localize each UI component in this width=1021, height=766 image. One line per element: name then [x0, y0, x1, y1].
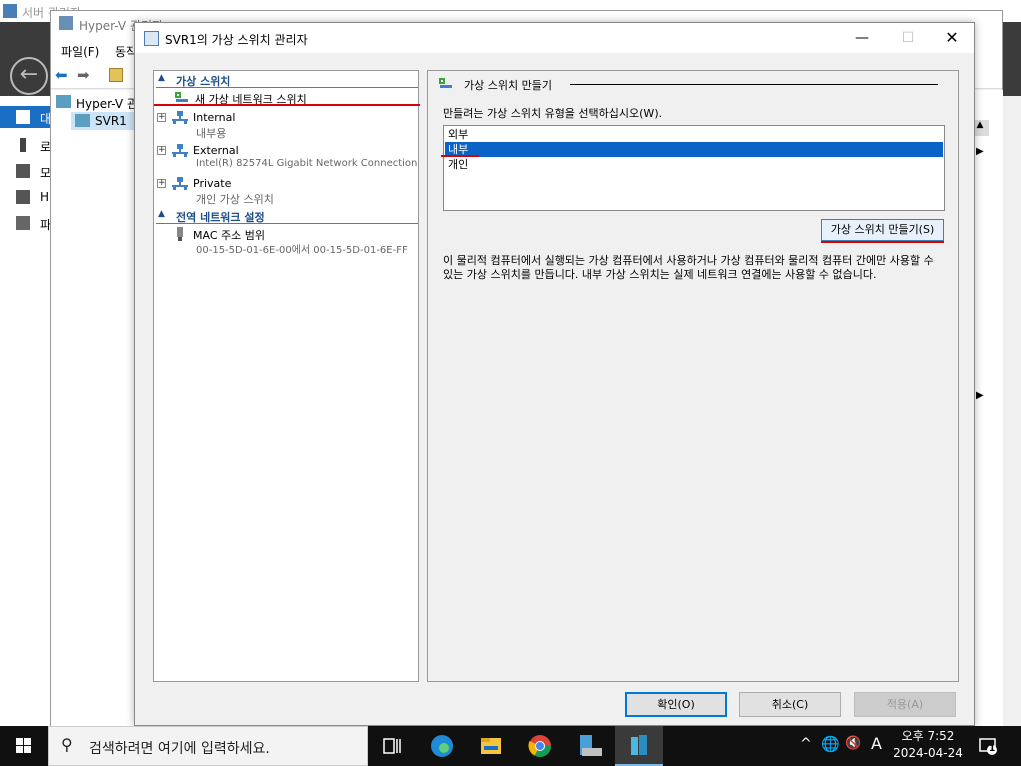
- ok-button[interactable]: 확인(O): [625, 692, 727, 717]
- expand-icon[interactable]: +: [157, 179, 166, 188]
- dashboard-icon: [16, 110, 30, 124]
- create-switch-pane: 가상 스위치 만들기 만들려는 가상 스위치 유형을 선택하십시오(W). 외부…: [427, 70, 959, 682]
- search-icon: ⚲: [61, 735, 73, 754]
- clock-time: 오후 7:52: [901, 729, 955, 743]
- server-manager-taskbar-icon[interactable]: [566, 726, 614, 766]
- folder-up-icon[interactable]: [109, 68, 123, 82]
- section-virtual-switches[interactable]: ▲ 가상 스위치: [156, 73, 418, 88]
- network-switch-icon: [172, 144, 188, 158]
- red-annotation-underline: [441, 155, 479, 157]
- clock-date: 2024-04-24: [893, 746, 963, 760]
- notification-center-icon[interactable]: 1: [978, 736, 998, 756]
- switch-adapter: Intel(R) 82574L Gigabit Network Connecti…: [196, 158, 418, 169]
- red-annotation-underline: [821, 241, 944, 243]
- mac-range: 00-15-5D-01-6E-00에서 00-15-5D-01-6E-FF: [196, 245, 408, 256]
- tree-item-svr1[interactable]: SVR1: [71, 112, 136, 130]
- list-item-external[interactable]: 외부: [445, 127, 943, 142]
- mac-address-range-item[interactable]: MAC 주소 범위 00-15-5D-01-6E-00에서 00-15-5D-0…: [154, 227, 418, 257]
- notification-count: 1: [989, 744, 996, 754]
- network-globe-icon[interactable]: 🌐: [821, 735, 840, 753]
- tree-root-label[interactable]: Hyper-V 관: [76, 95, 138, 112]
- switch-item-private[interactable]: + Private 개인 가상 스위치: [154, 177, 418, 207]
- hyperv-manager-taskbar-icon[interactable]: [615, 726, 663, 766]
- nic-icon: [176, 227, 184, 241]
- speaker-muted-icon[interactable]: 🔇: [845, 736, 861, 751]
- back-arrow-icon[interactable]: ←: [10, 57, 48, 95]
- switch-item-external[interactable]: + External Intel(R) 82574L Gigabit Netwo…: [154, 144, 418, 174]
- chevron-up-icon[interactable]: ^: [800, 736, 812, 752]
- server-manager-sidebar: 대 로 모 H 파: [0, 96, 51, 726]
- switch-name: Private: [193, 177, 232, 190]
- task-view-icon[interactable]: [368, 726, 416, 766]
- network-switch-icon: [172, 111, 188, 125]
- switch-item-internal[interactable]: + Internal 내부용: [154, 111, 418, 141]
- hyperv-tree: Hyper-V 관 SVR1: [51, 90, 138, 726]
- info-icon: [20, 138, 26, 152]
- hyperv-root-icon: [56, 95, 71, 108]
- switch-type-description: 이 물리적 컴퓨터에서 실행되는 가상 컴퓨터에서 사용하거나 가상 컴퓨터와 …: [443, 254, 934, 281]
- add-switch-icon: [438, 77, 454, 94]
- menu-file[interactable]: 파일(F): [61, 43, 99, 60]
- chrome-icon[interactable]: [516, 726, 564, 766]
- back-icon[interactable]: ⬅: [55, 66, 68, 84]
- taskbar: ⚲ 검색하려면 여기에 입력하세요. ^ 🌐 🔇 A 오후 7:52 2024-…: [0, 726, 1021, 766]
- sidebar-item-label[interactable]: H: [40, 190, 49, 204]
- all-servers-icon: [16, 164, 30, 178]
- list-item-private[interactable]: 개인: [445, 157, 943, 172]
- dialog-title: SVR1의 가상 스위치 관리자: [165, 33, 308, 47]
- hyperv-actions-pane: ▲ ▶ ▶: [971, 90, 1003, 726]
- network-switch-icon: [172, 177, 188, 191]
- switch-type-listbox[interactable]: 외부 내부 개인: [441, 125, 945, 211]
- collapse-chevron-icon: ▲: [158, 209, 165, 219]
- section-header-label: 가상 스위치: [176, 75, 231, 88]
- switch-name: External: [193, 144, 239, 157]
- switch-manager-icon: [144, 31, 159, 46]
- apply-button: 적용(A): [854, 692, 956, 717]
- start-button[interactable]: [0, 726, 48, 766]
- switch-type: 내부용: [196, 127, 227, 140]
- create-virtual-switch-button[interactable]: 가상 스위치 만들기(S): [821, 219, 944, 241]
- create-switch-title: 가상 스위치 만들기: [464, 79, 552, 92]
- expand-arrow-icon[interactable]: ▶: [976, 146, 984, 157]
- server-manager-header: ←: [0, 22, 50, 96]
- file-services-icon: [16, 216, 30, 230]
- switch-name: Internal: [193, 111, 236, 124]
- hyperv-icon: [16, 190, 30, 204]
- cancel-button[interactable]: 취소(C): [739, 692, 841, 717]
- close-button[interactable]: ✕: [929, 23, 975, 53]
- forward-icon[interactable]: ➡: [77, 66, 90, 84]
- switch-type-prompt: 만들려는 가상 스위치 유형을 선택하십시오(W).: [443, 107, 663, 120]
- tree-child-label: SVR1: [95, 114, 127, 128]
- search-placeholder: 검색하려면 여기에 입력하세요.: [89, 741, 270, 757]
- edge-icon[interactable]: [418, 726, 466, 766]
- taskbar-clock[interactable]: 오후 7:52 2024-04-24: [888, 728, 968, 762]
- server-icon: [75, 114, 90, 127]
- expand-arrow-icon[interactable]: ▶: [976, 390, 984, 401]
- dialog-titlebar: SVR1의 가상 스위치 관리자 — ☐ ✕: [135, 23, 974, 53]
- file-explorer-icon[interactable]: [467, 726, 515, 766]
- collapse-chevron-icon: ▲: [158, 73, 165, 83]
- virtual-switch-manager-dialog: SVR1의 가상 스위치 관리자 — ☐ ✕ ▲ 가상 스위치 새 가상 네트워…: [134, 22, 975, 726]
- expand-icon[interactable]: +: [157, 146, 166, 155]
- switch-type: 개인 가상 스위치: [196, 193, 274, 206]
- expand-icon[interactable]: +: [157, 113, 166, 122]
- maximize-button: ☐: [901, 30, 915, 46]
- server-manager-icon: [3, 4, 17, 18]
- ime-indicator[interactable]: A: [871, 734, 882, 753]
- taskbar-search-box[interactable]: ⚲ 검색하려면 여기에 입력하세요.: [48, 726, 368, 766]
- section-global-network-settings[interactable]: ▲ 전역 네트워크 설정: [156, 209, 418, 224]
- section-header-label: 전역 네트워크 설정: [176, 211, 265, 224]
- switch-list-pane: ▲ 가상 스위치 새 가상 네트워크 스위치 + Internal 내부용 + …: [153, 70, 420, 682]
- hyperv-manager-icon: [59, 16, 73, 30]
- header-divider: [570, 84, 938, 85]
- minimize-button[interactable]: —: [839, 23, 885, 53]
- list-item-internal[interactable]: 내부: [445, 142, 943, 157]
- add-switch-icon: [174, 91, 190, 105]
- red-annotation-underline: [154, 104, 420, 106]
